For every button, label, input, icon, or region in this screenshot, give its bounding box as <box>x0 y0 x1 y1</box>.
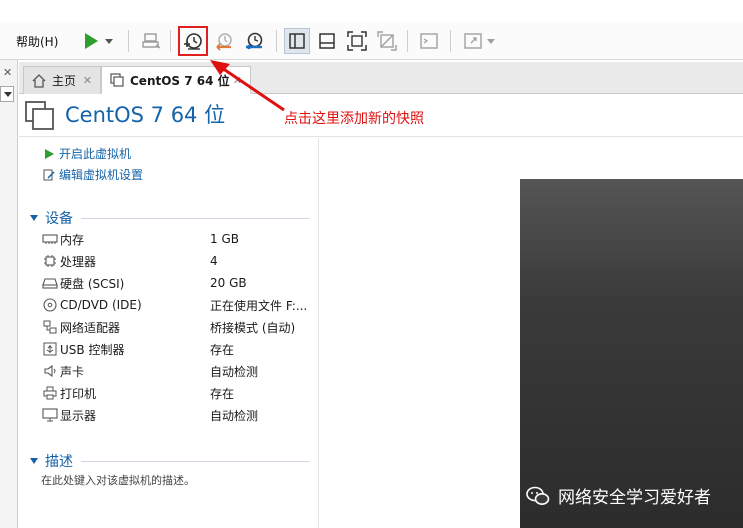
vm-details-pane: 开启此虚拟机 编辑虚拟机设置 设备 内存 1 GB 处理器 4 硬盘 (SCSI… <box>19 138 319 528</box>
help-menu[interactable]: 帮助(H) <box>16 33 58 50</box>
unity-icon <box>377 31 397 51</box>
play-icon <box>85 33 98 49</box>
device-row-harddisk[interactable]: 硬盘 (SCSI) 20 GB <box>41 272 311 294</box>
toolbar-separator <box>407 30 408 52</box>
device-row-processor[interactable]: 处理器 4 <box>41 250 311 272</box>
toolbar-separator <box>450 30 451 52</box>
network-adapter-icon <box>41 320 59 334</box>
device-value: 4 <box>210 254 218 268</box>
send-ctrl-alt-del-button[interactable] <box>138 28 164 54</box>
device-row-cd-dvd[interactable]: CD/DVD (IDE) 正在使用文件 F:... <box>41 294 311 316</box>
keyboard-icon <box>142 33 161 49</box>
vm-preview-screen[interactable] <box>520 179 743 528</box>
cpu-icon <box>41 254 59 268</box>
device-name: 处理器 <box>60 254 97 269</box>
play-icon <box>43 148 55 160</box>
device-value: 20 GB <box>210 276 247 290</box>
annotation-text: 点击这里添加新的快照 <box>284 111 424 127</box>
stretch-dropdown-button[interactable] <box>484 28 498 54</box>
device-row-usb[interactable]: USB 控制器 存在 <box>41 338 311 360</box>
device-name: 硬盘 (SCSI) <box>60 276 125 291</box>
device-name: 打印机 <box>60 386 97 401</box>
device-value: 自动检测 <box>210 408 259 423</box>
stretch-guest-button[interactable] <box>460 28 486 54</box>
home-icon <box>32 73 46 88</box>
description-placeholder[interactable]: 在此处键入对该虚拟机的描述。 <box>41 472 195 488</box>
edit-vm-settings-link[interactable]: 编辑虚拟机设置 <box>43 166 143 183</box>
action-label: 开启此虚拟机 <box>59 147 132 161</box>
action-label: 编辑虚拟机设置 <box>59 168 144 182</box>
device-value: 1 GB <box>210 232 239 246</box>
tab-label: 主页 <box>52 74 77 88</box>
device-name: 声卡 <box>60 364 85 379</box>
edit-settings-icon <box>43 169 55 181</box>
harddisk-icon <box>41 277 59 289</box>
vmware-window: 帮助(H) ✕ 主页 ✕ CentOS 7 64 位 CentOS 7 64 位… <box>0 0 743 528</box>
title-strip <box>0 0 743 22</box>
collapse-caret-icon <box>30 458 38 464</box>
collapse-caret-icon <box>30 215 38 221</box>
section-divider <box>81 460 309 462</box>
device-value: 自动检测 <box>210 364 259 379</box>
stretch-icon <box>464 33 482 49</box>
toolbar: 帮助(H) <box>0 22 743 60</box>
console-view-button[interactable] <box>416 28 442 54</box>
fullscreen-icon <box>347 31 367 51</box>
sound-card-icon <box>41 364 59 378</box>
toolbar-separator <box>170 30 171 52</box>
console-icon <box>420 33 438 49</box>
watermark: 网络安全学习爱好者 <box>526 483 711 508</box>
device-value: 正在使用文件 F:... <box>210 298 308 313</box>
description-section-header[interactable]: 描述 <box>29 451 309 471</box>
section-title: 描述 <box>45 454 73 470</box>
cd-dvd-icon <box>41 298 59 312</box>
power-on-vm-link[interactable]: 开启此虚拟机 <box>43 145 131 162</box>
vm-icon <box>110 73 124 87</box>
device-name: CD/DVD (IDE) <box>60 298 142 312</box>
usb-icon <box>41 342 59 356</box>
devices-section-header[interactable]: 设备 <box>29 208 309 228</box>
tab-bar: 主页 ✕ CentOS 7 64 位 ✕ <box>19 62 743 94</box>
watermark-text: 网络安全学习爱好者 <box>558 488 711 508</box>
power-dropdown-button[interactable] <box>101 28 117 54</box>
device-name: USB 控制器 <box>60 342 125 357</box>
toolbar-separator <box>128 30 129 52</box>
device-row-printer[interactable]: 打印机 存在 <box>41 382 311 404</box>
device-name: 网络适配器 <box>60 320 121 335</box>
library-search-dropdown[interactable] <box>0 86 14 102</box>
device-name: 显示器 <box>60 408 97 423</box>
unity-button[interactable] <box>374 28 400 54</box>
chevron-down-icon <box>105 39 113 44</box>
device-value: 存在 <box>210 386 235 401</box>
section-title: 设备 <box>45 211 73 227</box>
device-row-sound[interactable]: 声卡 自动检测 <box>41 360 311 382</box>
device-row-network[interactable]: 网络适配器 桥接模式 (自动) <box>41 316 311 338</box>
device-value: 桥接模式 (自动) <box>210 320 296 335</box>
chevron-down-icon <box>487 39 495 44</box>
device-row-memory[interactable]: 内存 1 GB <box>41 228 311 250</box>
wechat-icon <box>526 486 550 505</box>
section-divider <box>81 217 309 219</box>
device-value: 存在 <box>210 342 235 357</box>
close-icon[interactable]: ✕ <box>83 74 92 87</box>
device-row-display[interactable]: 显示器 自动检测 <box>41 404 311 426</box>
full-screen-button[interactable] <box>344 28 370 54</box>
thumbnail-bar-icon <box>319 33 335 49</box>
library-panel: ✕ <box>0 60 18 528</box>
thumbnail-bar-button[interactable] <box>314 28 340 54</box>
vm-large-icon <box>25 101 54 130</box>
library-close-icon[interactable]: ✕ <box>3 66 12 79</box>
tab-home[interactable]: 主页 ✕ <box>23 66 101 94</box>
memory-icon <box>41 233 59 245</box>
display-icon <box>41 408 59 422</box>
printer-icon <box>41 386 59 400</box>
device-name: 内存 <box>60 232 85 247</box>
